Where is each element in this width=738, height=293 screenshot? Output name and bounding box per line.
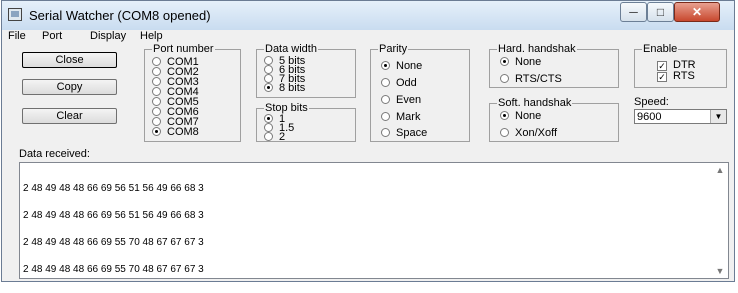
radio-icon — [152, 77, 161, 86]
menu-display[interactable]: Display — [90, 30, 126, 42]
radio-icon — [152, 67, 161, 76]
app-icon — [8, 8, 22, 21]
radio-icon — [381, 95, 390, 104]
enable-label: Enable — [642, 43, 679, 55]
radio-selected-icon — [500, 111, 509, 120]
window-title: Serial Watcher (COM8 opened) — [29, 8, 211, 23]
menu-bar: File Port Display Help — [2, 30, 734, 44]
radio-icon — [381, 128, 390, 137]
hard-handshake-label: Hard. handshak — [497, 43, 577, 55]
data-width-8[interactable]: 8 bits — [264, 83, 305, 94]
port-number-group: Port number COM1 COM2 COM3 COM4 COM5 COM… — [144, 43, 241, 142]
minimize-button[interactable]: ─ — [620, 2, 647, 22]
soft-handshake-group: Soft. handshak None Xon/Xoff — [489, 97, 619, 142]
close-button[interactable]: Close — [22, 52, 117, 68]
speed-value: 9600 — [637, 111, 662, 123]
data-width-group: Data width 5 bits 6 bits 7 bits 8 bits — [256, 43, 356, 98]
radio-selected-icon — [381, 61, 390, 70]
soft-handshake-none[interactable]: None — [500, 111, 541, 122]
log-line: 2 48 49 48 48 66 69 56 51 56 49 66 68 3 — [23, 183, 204, 194]
menu-file[interactable]: File — [8, 30, 26, 42]
parity-group: Parity None Odd Even Mark Space — [370, 43, 470, 142]
radio-icon — [264, 74, 273, 83]
radio-icon — [152, 107, 161, 116]
parity-label: Parity — [378, 43, 409, 55]
radio-icon — [264, 56, 273, 65]
radio-icon — [500, 74, 509, 83]
speed-select[interactable]: 9600 ▼ — [634, 109, 727, 124]
log-lines: 2 48 49 48 48 66 69 56 51 56 49 66 68 3 … — [23, 166, 204, 292]
menu-port[interactable]: Port — [42, 30, 62, 42]
log-line: 2 48 49 48 48 66 69 55 70 48 67 67 67 3 — [23, 264, 204, 275]
speed-label: Speed: — [634, 96, 669, 108]
stop-bits-2[interactable]: 2 — [264, 132, 285, 143]
hard-handshake-group: Hard. handshak None RTS/CTS — [489, 43, 619, 88]
radio-icon — [500, 128, 509, 137]
menu-help[interactable]: Help — [140, 30, 163, 42]
radio-icon — [152, 87, 161, 96]
soft-handshake-label: Soft. handshak — [497, 97, 573, 109]
radio-icon — [264, 123, 273, 132]
radio-selected-icon — [264, 114, 273, 123]
stop-bits-label: Stop bits — [264, 102, 309, 114]
log-line: 2 48 49 48 48 66 69 55 70 48 67 67 67 3 — [23, 237, 204, 248]
radio-icon — [264, 65, 273, 74]
port-number-label: Port number — [152, 43, 215, 55]
radio-selected-icon — [264, 83, 273, 92]
checkmark-icon: ✓ — [657, 72, 667, 82]
enable-group: Enable ✓ DTR ✓ RTS — [634, 43, 727, 88]
radio-icon — [264, 132, 273, 141]
hard-handshake-none[interactable]: None — [500, 57, 541, 68]
radio-icon — [381, 112, 390, 121]
data-received-log[interactable]: 2 48 49 48 48 66 69 56 51 56 49 66 68 3 … — [19, 162, 729, 279]
parity-mark[interactable]: Mark — [381, 112, 420, 123]
stop-bits-group: Stop bits 1 1.5 2 — [256, 102, 356, 143]
maximize-button[interactable]: □ — [647, 2, 674, 22]
soft-handshake-xon-xoff[interactable]: Xon/Xoff — [500, 128, 557, 139]
parity-odd[interactable]: Odd — [381, 78, 417, 89]
close-window-button[interactable]: ✕ — [674, 2, 720, 22]
title-bar[interactable]: Serial Watcher (COM8 opened) ─ □ ✕ — [2, 1, 734, 30]
log-line: 2 48 49 48 48 66 69 56 51 56 49 66 68 3 — [23, 210, 204, 221]
parity-none[interactable]: None — [381, 61, 422, 72]
radio-icon — [152, 57, 161, 66]
parity-space[interactable]: Space — [381, 128, 427, 139]
checkmark-icon: ✓ — [657, 61, 667, 71]
radio-icon — [381, 78, 390, 87]
hard-handshake-rts-cts[interactable]: RTS/CTS — [500, 74, 562, 85]
port-option-com8[interactable]: COM8 — [152, 127, 199, 138]
serial-watcher-window: Serial Watcher (COM8 opened) ─ □ ✕ File … — [1, 0, 735, 282]
radio-icon — [152, 97, 161, 106]
chevron-down-icon[interactable]: ▼ — [710, 110, 726, 123]
parity-even[interactable]: Even — [381, 95, 421, 106]
data-width-label: Data width — [264, 43, 318, 55]
copy-button[interactable]: Copy — [22, 79, 117, 95]
radio-icon — [152, 117, 161, 126]
enable-rts-checkbox[interactable]: ✓ RTS — [657, 71, 695, 82]
radio-selected-icon — [500, 57, 509, 66]
scroll-up-icon[interactable]: ▲ — [715, 165, 725, 175]
clear-button[interactable]: Clear — [22, 108, 117, 124]
data-received-label: Data received: — [19, 148, 90, 160]
scroll-down-icon[interactable]: ▼ — [715, 266, 725, 276]
radio-selected-icon — [152, 127, 161, 136]
